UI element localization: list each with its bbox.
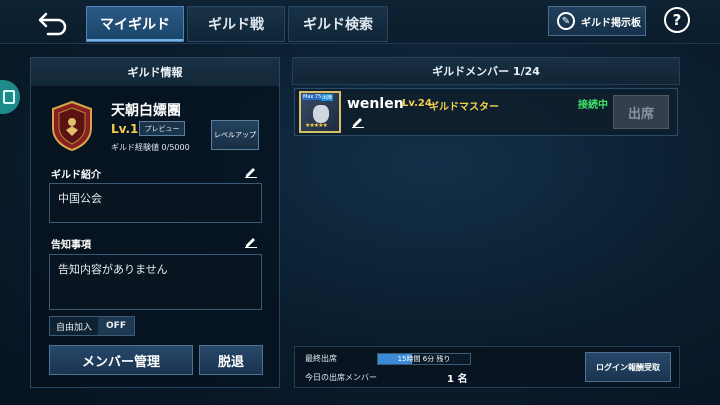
last-attendance-label: 最終出席	[305, 354, 337, 363]
pencil-icon: ✎	[557, 12, 575, 30]
today-attendance-label: 今日の出席メンバー	[305, 373, 377, 382]
avatar-max-tag: Max 75	[302, 94, 323, 100]
level-up-button[interactable]: レベルアップ	[211, 120, 259, 150]
guild-emblem-icon	[52, 100, 92, 152]
edit-intro-icon[interactable]	[244, 166, 258, 178]
member-avatar: Max 75 出陣 ★★★★★	[299, 91, 341, 133]
edit-notice-icon[interactable]	[244, 236, 258, 248]
leave-guild-button[interactable]: 脱退	[199, 345, 263, 375]
attendance-time-text: 15時間 6分 残り	[397, 355, 451, 363]
help-button[interactable]: ?	[664, 7, 690, 33]
free-join-value: OFF	[98, 317, 134, 335]
guild-info-panel: ギルド情報 天朝白嫖團 Lv.1 プレビュー ギルド経験値 0/5000 レベル…	[30, 57, 280, 388]
top-bar: マイギルド ギルド戦 ギルド検索 ✎ ギルド掲示板 ?	[0, 0, 720, 44]
guild-members-title: ギルドメンバー 1/24	[292, 57, 680, 85]
preview-button[interactable]: プレビュー	[139, 121, 185, 136]
member-name: wenlen	[347, 96, 404, 112]
today-attendance-count: 1 名	[447, 374, 468, 385]
tab-guild-search[interactable]: ギルド検索	[288, 6, 388, 42]
guild-info-title: ギルド情報	[31, 58, 279, 86]
guild-exp-label: ギルド経験値 0/5000	[111, 143, 190, 152]
guild-level: Lv.1	[111, 122, 139, 136]
guild-board-button[interactable]: ✎ ギルド掲示板	[548, 6, 646, 36]
free-join-label: 自由加入	[50, 317, 98, 335]
edit-member-icon[interactable]	[351, 116, 365, 128]
member-row[interactable]: Max 75 出陣 ★★★★★ wenlen Lv.24 ギルドマスター 接続中…	[294, 88, 678, 136]
avatar-sortie-badge: 出陣	[321, 94, 334, 101]
controller-icon	[3, 90, 15, 104]
attend-button[interactable]: 出席	[613, 95, 669, 129]
notice-text: 告知内容がありません	[49, 254, 262, 310]
guild-name: 天朝白嫖團	[111, 103, 181, 119]
avatar-skull-icon	[313, 105, 329, 123]
member-role: ギルドマスター	[429, 102, 499, 113]
side-menu-tab[interactable]	[0, 80, 20, 114]
notice-label: 告知事項	[51, 240, 91, 251]
member-level: Lv.24	[402, 98, 432, 109]
attendance-area: 最終出席 15時間 6分 残り 今日の出席メンバー 1 名 ログイン報酬受取	[294, 346, 680, 388]
member-status: 接続中	[578, 100, 608, 111]
guild-intro-label: ギルド紹介	[51, 170, 101, 181]
avatar-stars: ★★★★★	[305, 122, 328, 129]
member-manage-button[interactable]: メンバー管理	[49, 345, 193, 375]
tab-my-guild[interactable]: マイギルド	[86, 6, 184, 42]
guild-intro-text: 中国公会	[49, 183, 262, 223]
attendance-time-bar: 15時間 6分 残り	[377, 353, 471, 365]
back-button[interactable]	[36, 8, 72, 36]
tab-guild-war[interactable]: ギルド戦	[187, 6, 285, 42]
free-join-toggle[interactable]: 自由加入 OFF	[49, 316, 135, 336]
login-reward-button[interactable]: ログイン報酬受取	[585, 352, 671, 382]
back-arrow-icon	[38, 12, 67, 36]
guild-board-label: ギルド掲示板	[581, 17, 641, 29]
